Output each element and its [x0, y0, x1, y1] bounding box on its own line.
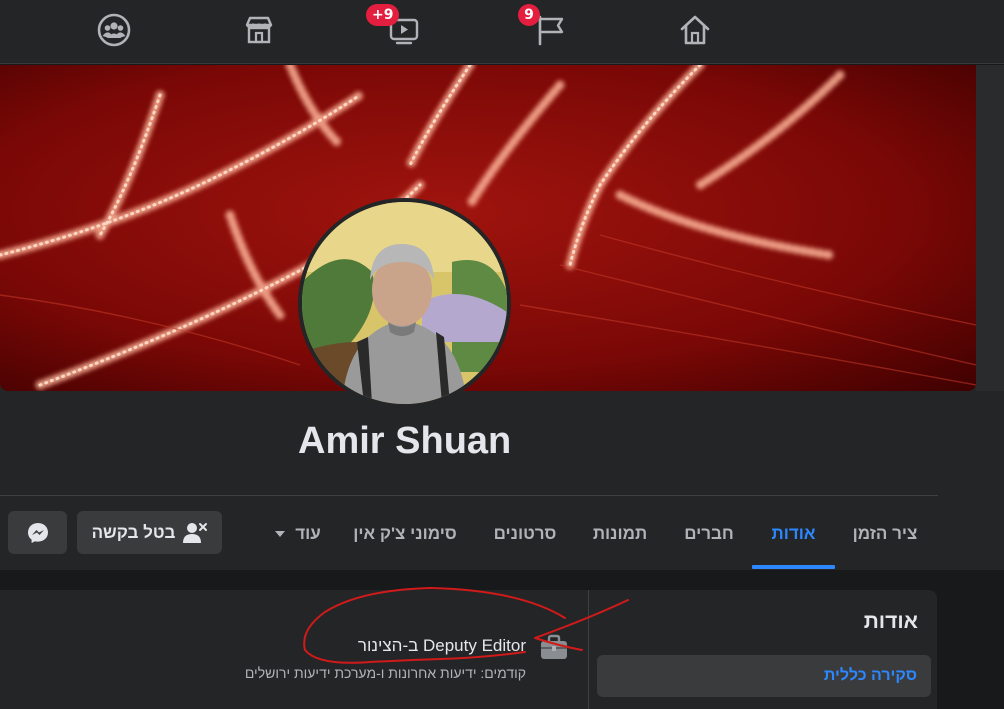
previous-workplaces: קודמים: ידיעות אחרונות ו-מערכת ידיעות יר…	[244, 665, 526, 681]
user-cancel-icon	[183, 522, 208, 543]
groups-icon	[97, 13, 131, 47]
tab-checkins[interactable]: סימוני צ'ק אין	[344, 500, 466, 568]
about-section-title: אודות	[863, 610, 918, 633]
cancel-request-label: בטל בקשה	[91, 522, 176, 542]
cover-side-gap	[976, 65, 1004, 391]
home-icon	[680, 15, 710, 45]
home-nav-button[interactable]	[655, 0, 735, 60]
about-section-divider	[588, 590, 589, 709]
marketplace-nav-button[interactable]	[219, 0, 299, 60]
tab-more-label: עוד	[295, 524, 321, 543]
active-tab-indicator	[752, 565, 835, 569]
tab-more[interactable]: עוד	[262, 500, 332, 568]
work-position: Deputy Editor ב-הצינור	[357, 636, 526, 655]
overview-label: סקירה כללית	[823, 667, 917, 684]
profile-avatar[interactable]	[298, 198, 511, 408]
tab-photos[interactable]: תמונות	[582, 500, 658, 568]
watch-nav-button[interactable]: +9	[364, 0, 444, 60]
briefcase-icon	[541, 634, 567, 659]
profile-name: Amir Shuan	[298, 420, 512, 462]
tab-timeline[interactable]: ציר הזמן	[845, 500, 925, 568]
tab-videos[interactable]: סרטונים	[484, 500, 566, 568]
marketplace-icon	[245, 16, 273, 44]
cancel-request-button[interactable]: בטל בקשה	[77, 511, 222, 554]
messenger-icon	[27, 522, 48, 543]
pages-notification-badge: 9	[518, 4, 540, 26]
overview-menu-item[interactable]: סקירה כללית	[597, 655, 931, 697]
header-divider	[0, 495, 938, 496]
profile-picture-image	[302, 202, 507, 404]
tab-friends[interactable]: חברים	[673, 500, 745, 568]
watch-notification-badge: +9	[366, 4, 400, 26]
caret-down-icon	[275, 531, 286, 537]
messenger-button[interactable]	[8, 511, 67, 554]
pages-nav-button[interactable]: 9	[510, 0, 590, 60]
top-navigation-bar: +9 9	[0, 0, 1004, 64]
groups-nav-button[interactable]	[74, 0, 154, 60]
tab-about[interactable]: אודות	[752, 500, 835, 568]
